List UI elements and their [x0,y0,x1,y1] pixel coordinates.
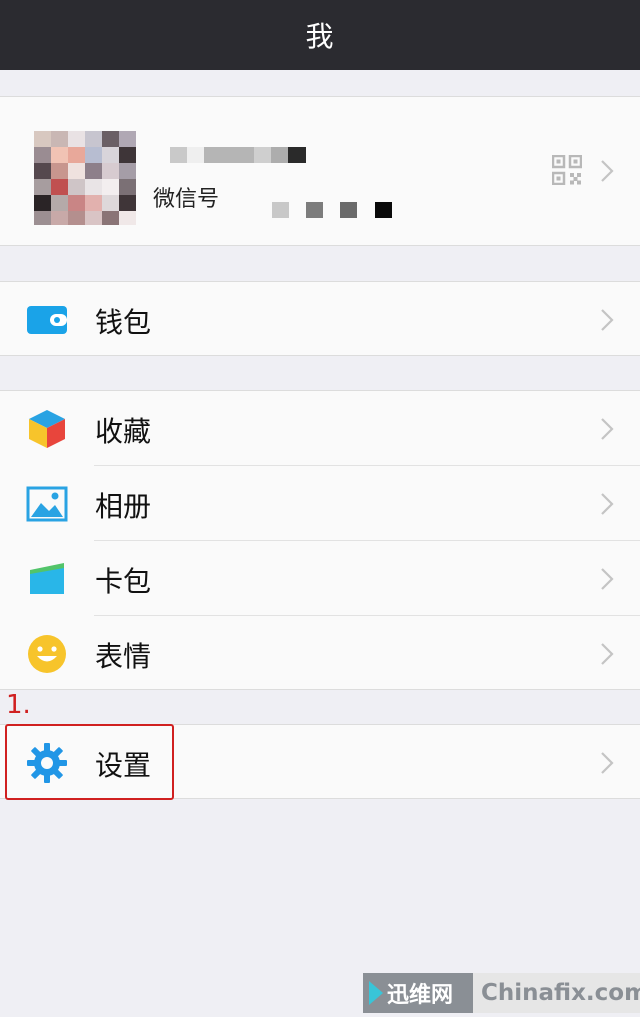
wallet-group: 钱包 [0,281,640,356]
wallet-icon [27,306,67,334]
watermark-arrow-icon [369,981,383,1005]
menu-item-stickers[interactable]: 表情 [0,616,640,691]
chevron-right-icon [601,752,614,774]
chevron-right-icon [601,493,614,515]
card-icon [30,563,64,594]
profile-card[interactable]: 微信号 [0,96,640,246]
qr-code-icon[interactable] [552,155,582,185]
smiley-icon [28,635,66,673]
watermark: 迅维网 Chinafix.com [363,973,640,1013]
chevron-right-icon [601,309,614,331]
menu-item-label: 收藏 [95,415,152,448]
watermark-left-text: 迅维网 [387,983,454,1008]
watermark-right-text: Chinafix.com [473,973,640,1013]
photo-icon [26,486,68,522]
page-title: 我 [305,20,335,53]
menu-item-album[interactable]: 相册 [0,466,640,541]
menu-item-wallet[interactable]: 钱包 [0,282,640,357]
features-group: 收藏 相册 卡包 表情 [0,390,640,690]
chevron-right-icon [601,643,614,665]
watermark-brand: 迅维网 [363,973,473,1013]
nickname-redacted [170,147,306,163]
annotation-highlight-box [5,724,174,800]
menu-item-favorites[interactable]: 收藏 [0,391,640,466]
avatar [34,131,136,225]
menu-item-label: 相册 [95,490,152,523]
wechat-id-label: 微信号 [153,187,220,212]
menu-item-label: 表情 [95,640,152,673]
title-bar: 我 [0,0,640,70]
annotation-step-number: 1. [6,690,31,720]
chevron-right-icon [601,160,614,182]
menu-item-cards[interactable]: 卡包 [0,541,640,616]
menu-item-label: 钱包 [95,306,152,339]
menu-item-label: 卡包 [95,565,152,598]
cube-icon [29,410,65,448]
chevron-right-icon [601,568,614,590]
chevron-right-icon [601,418,614,440]
